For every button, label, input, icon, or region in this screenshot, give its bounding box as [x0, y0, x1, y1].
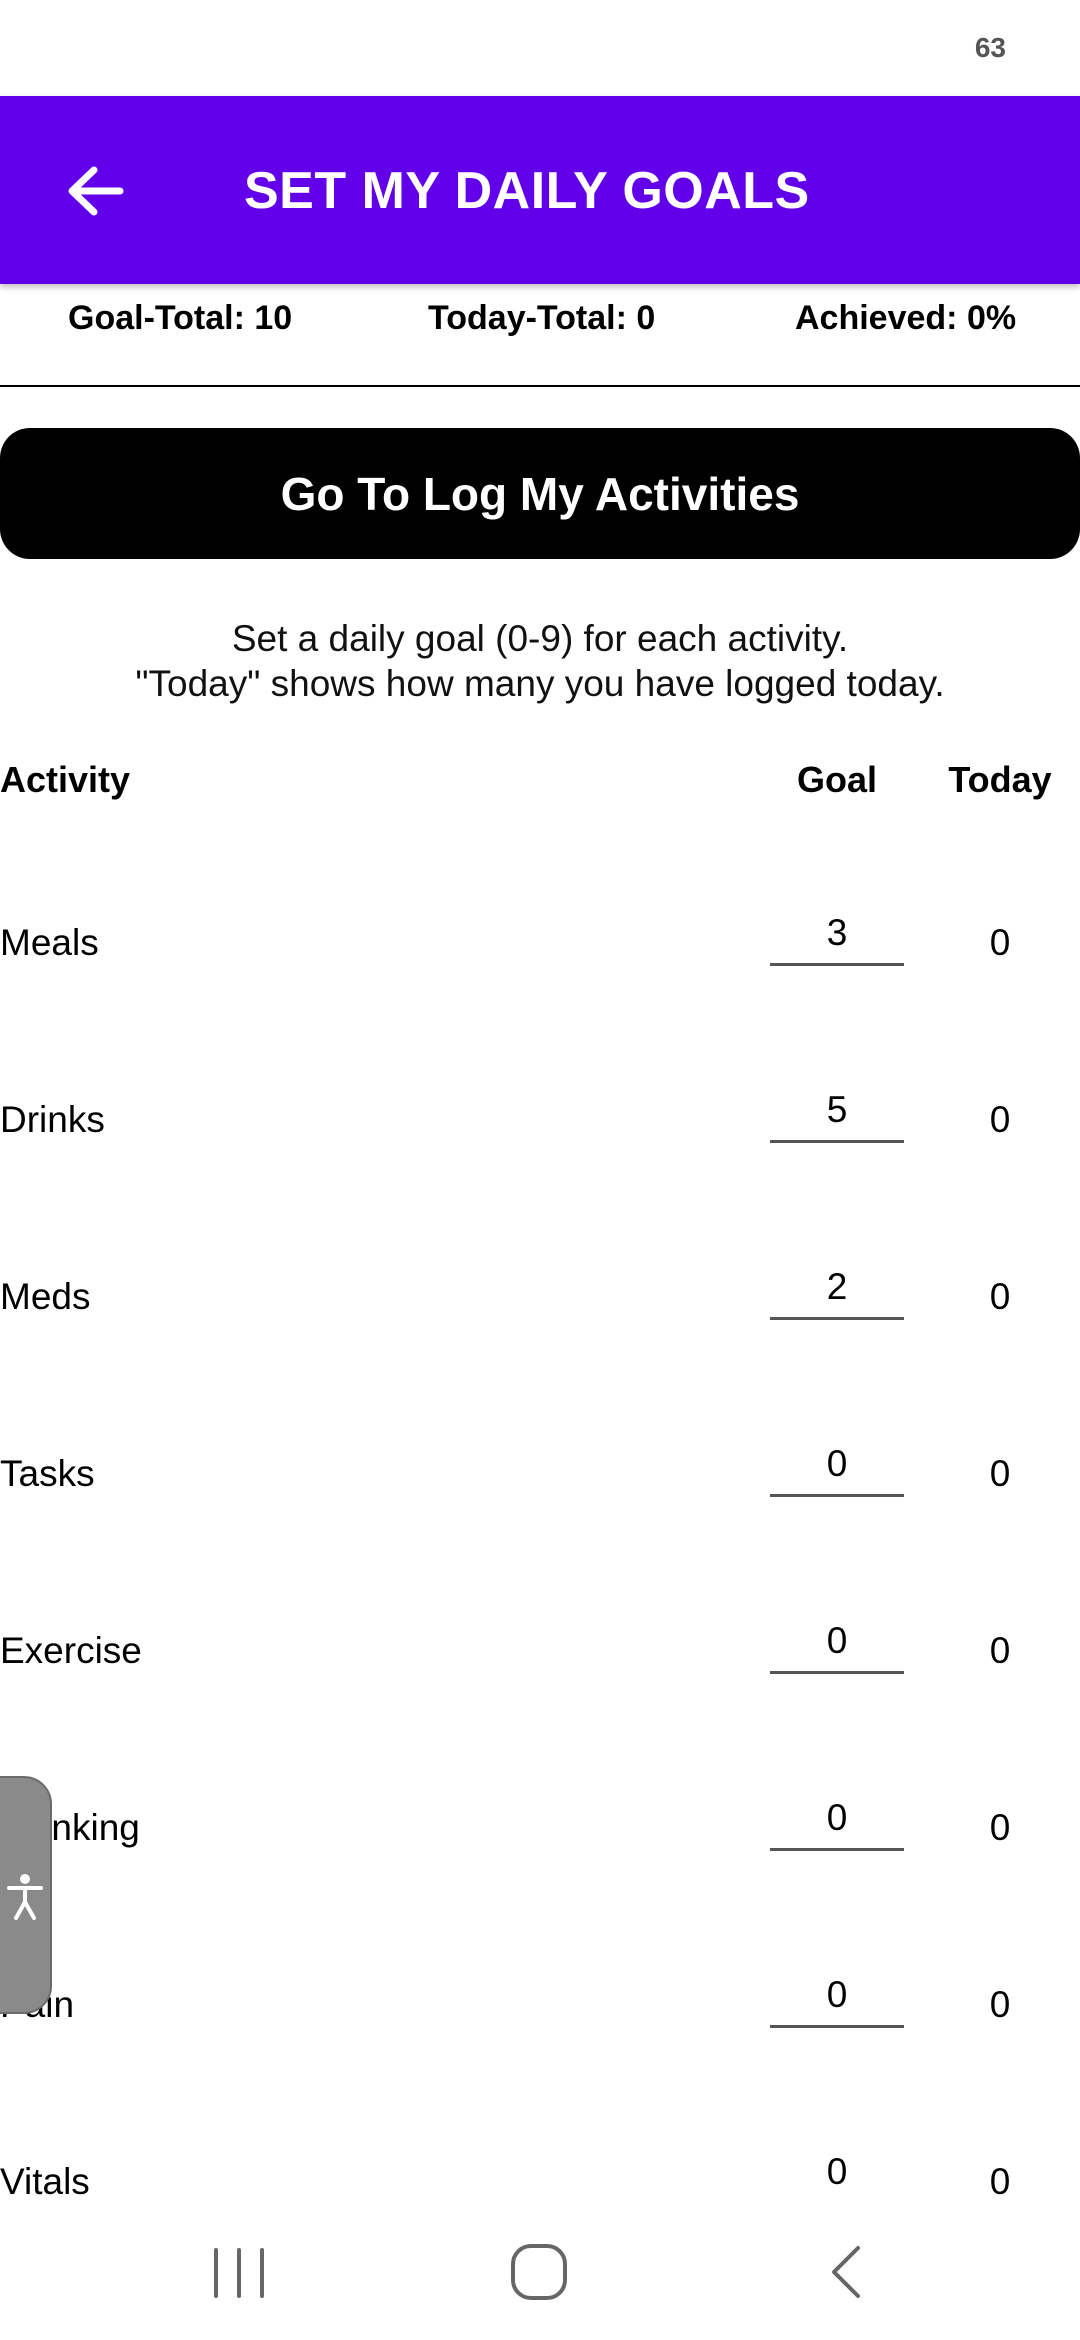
today-count: 0 — [989, 922, 1011, 963]
app-bar: SET MY DAILY GOALS — [0, 96, 1080, 284]
goal-total: Goal-Total: 10 — [68, 299, 293, 337]
home-button[interactable] — [494, 2226, 584, 2316]
page-title: SET MY DAILY GOALS — [244, 162, 810, 220]
activity-name: Tasks — [0, 1453, 95, 1494]
system-back-button[interactable] — [800, 2226, 890, 2316]
activity-name: Drinks — [0, 1099, 105, 1140]
activity-name: Meals — [0, 922, 99, 963]
instructions: Set a daily goal (0-9) for each activity… — [0, 616, 1080, 706]
goal-input-meals[interactable]: 3 — [770, 908, 904, 966]
arrow-left-icon — [68, 166, 124, 216]
today-count: 0 — [989, 1630, 1011, 1671]
goal-summary: Goal-Total: 10 Today-Total: 0 Achieved: … — [0, 284, 1080, 384]
home-icon — [511, 2244, 567, 2300]
instructions-line-2: "Today" shows how many you have logged t… — [135, 663, 945, 704]
activity-row-meds: Meds 2 0 — [0, 1248, 1080, 1348]
recents-button[interactable] — [194, 2226, 284, 2316]
goal-input-meds[interactable]: 2 — [770, 1262, 904, 1320]
today-count: 0 — [989, 2161, 1011, 2202]
goal-input-thinking[interactable]: 0 — [770, 1793, 904, 1851]
goal-input-pain[interactable]: 0 — [770, 1970, 904, 2028]
accessibility-icon — [7, 1874, 43, 1920]
today-count: 0 — [989, 1807, 1011, 1848]
status-bar: 63 — [0, 0, 1080, 96]
activity-name: Meds — [0, 1276, 91, 1317]
activity-row-drinks: Drinks 5 0 — [0, 1071, 1080, 1171]
goal-input-exercise[interactable]: 0 — [770, 1616, 904, 1674]
activity-row-pain: Pain 0 0 — [0, 1956, 1080, 2056]
today-count: 0 — [989, 1984, 1011, 2025]
today-total: Today-Total: 0 — [428, 299, 656, 337]
recents-icon — [214, 2248, 264, 2298]
activity-row-meals: Meals 3 0 — [0, 894, 1080, 994]
goal-input-tasks[interactable]: 0 — [770, 1439, 904, 1497]
today-count: 0 — [989, 1276, 1011, 1317]
today-count: 0 — [989, 1453, 1011, 1494]
accessibility-handle[interactable] — [0, 1776, 52, 2014]
goal-input-vitals[interactable]: 0 — [770, 2147, 904, 2205]
activity-name: Vitals — [0, 2161, 90, 2202]
log-activities-button[interactable]: Go To Log My Activities — [0, 428, 1080, 559]
activity-row-thinking: Thinking 0 0 — [0, 1779, 1080, 1879]
goal-input-drinks[interactable]: 5 — [770, 1085, 904, 1143]
column-header-today: Today — [948, 759, 1052, 800]
activity-row-tasks: Tasks 0 0 — [0, 1425, 1080, 1525]
achieved-percent: Achieved: 0% — [795, 299, 1017, 337]
divider — [0, 385, 1080, 387]
battery-level: 63 — [974, 32, 1006, 63]
column-header-activity: Activity — [0, 759, 131, 800]
activity-row-exercise: Exercise 0 0 — [0, 1602, 1080, 1702]
chevron-left-icon — [832, 2246, 860, 2298]
activity-name: Exercise — [0, 1630, 142, 1671]
today-count: 0 — [989, 1099, 1011, 1140]
back-button[interactable] — [60, 156, 130, 226]
daily-goals-screen: 63 SET MY DAILY GOALS Goal-Total: 10 Tod… — [0, 0, 1080, 2340]
instructions-line-1: Set a daily goal (0-9) for each activity… — [231, 618, 849, 659]
system-nav-bar — [0, 2206, 1080, 2340]
column-header-goal: Goal — [796, 759, 877, 800]
